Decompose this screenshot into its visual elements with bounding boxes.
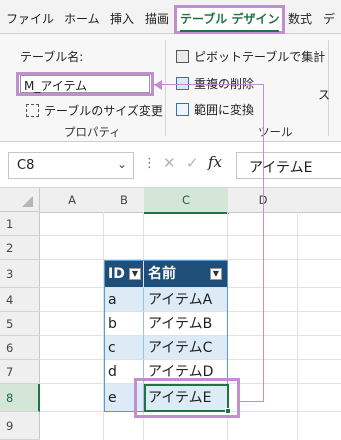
row-header-7[interactable]: 7 xyxy=(0,360,40,384)
tab-data-partial[interactable]: デ xyxy=(323,10,335,27)
name-box[interactable]: C8 ⌄ xyxy=(8,152,134,179)
filter-dropdown-icon[interactable]: ▼ xyxy=(210,268,222,280)
formula-content: アイテムE xyxy=(249,160,313,176)
row-header-3[interactable]: 3 xyxy=(0,260,40,288)
table-name-value: M_アイテム xyxy=(24,79,88,93)
table-cell-id[interactable]: c xyxy=(104,336,144,360)
table-header-id-label: ID xyxy=(108,266,125,282)
row-header-4[interactable]: 4 xyxy=(0,288,40,312)
group-separator xyxy=(165,40,166,136)
row-header-8[interactable]: 8 xyxy=(0,384,40,412)
resize-table-button[interactable]: テーブルのサイズ変更 xyxy=(44,102,163,119)
row-header-1[interactable]: 1 xyxy=(0,212,40,236)
convert-to-range-icon xyxy=(176,103,189,116)
column-header-a[interactable]: A xyxy=(40,188,105,213)
filter-dropdown-icon[interactable]: ▼ xyxy=(129,268,141,280)
table-name-input[interactable]: M_アイテム xyxy=(20,75,150,93)
enter-icon[interactable]: ✓ xyxy=(186,154,199,172)
select-all-corner[interactable] xyxy=(0,188,40,212)
active-tab-underline xyxy=(180,30,279,32)
pivot-table-button[interactable]: ピボットテーブルで集計 xyxy=(194,48,325,65)
row-header-5[interactable]: 5 xyxy=(0,312,40,336)
tab-table-design[interactable]: テーブル デザイン xyxy=(180,10,279,27)
chevron-down-icon[interactable]: ⌄ xyxy=(117,157,127,171)
tab-file[interactable]: ファイル xyxy=(6,10,54,27)
fill-handle[interactable] xyxy=(225,408,231,414)
table-cell-id[interactable]: a xyxy=(104,288,144,312)
table-cell-name[interactable]: アイテムB xyxy=(144,312,228,336)
insert-function-icon[interactable]: fx xyxy=(208,153,222,171)
cancel-icon[interactable]: ✕ xyxy=(163,154,176,172)
formula-input[interactable]: アイテムE xyxy=(236,152,341,179)
active-cell-border xyxy=(144,384,229,412)
table-styles-partial: ス xyxy=(318,88,331,102)
tab-home[interactable]: ホーム xyxy=(64,10,100,27)
annotation-line xyxy=(240,401,264,402)
column-header-b[interactable]: B xyxy=(104,188,145,213)
table-header-id[interactable]: ID ▼ xyxy=(104,260,144,288)
tab-draw[interactable]: 描画 xyxy=(145,10,169,27)
ribbon-panel: テーブル名: M_アイテム テーブルのサイズ変更 プロパティ ピボットテーブルで… xyxy=(0,34,341,142)
ribbon-tab-bar: ファイル ホーム 挿入 描画 テーブル デザイン 数式 デ xyxy=(0,0,341,34)
annotation-line xyxy=(263,84,264,402)
more-options-icon[interactable]: ⋮ xyxy=(143,156,156,171)
tab-insert[interactable]: 挿入 xyxy=(110,10,134,27)
row-header-2[interactable]: 2 xyxy=(0,236,40,260)
pivot-table-icon xyxy=(176,50,189,63)
table-name-label: テーブル名: xyxy=(20,50,84,64)
grid-line xyxy=(40,235,341,236)
table-header-name[interactable]: 名前 ▼ xyxy=(144,260,228,288)
column-header-e-partial[interactable] xyxy=(298,188,341,213)
annotation-arrow-icon xyxy=(154,80,162,90)
select-all-triangle-icon xyxy=(22,196,33,207)
name-box-value: C8 xyxy=(17,158,35,173)
table-cell-name[interactable]: アイテムC xyxy=(144,336,228,360)
table-header-name-label: 名前 xyxy=(148,266,176,282)
column-header-c[interactable]: C xyxy=(144,188,229,214)
resize-table-icon xyxy=(26,104,39,117)
row-header-9[interactable]: 9 xyxy=(0,412,40,440)
table-cell-name[interactable]: アイテムA xyxy=(144,288,228,312)
tab-formulas[interactable]: 数式 xyxy=(288,10,312,27)
properties-group-label: プロパティ xyxy=(64,125,121,139)
table-cell-id[interactable]: b xyxy=(104,312,144,336)
annotation-line xyxy=(154,84,264,85)
convert-to-range-button[interactable]: 範囲に変換 xyxy=(194,101,254,118)
formula-bar: C8 ⌄ ⋮ ✕ ✓ fx アイテムE xyxy=(0,142,341,188)
row-header-6[interactable]: 6 xyxy=(0,336,40,360)
